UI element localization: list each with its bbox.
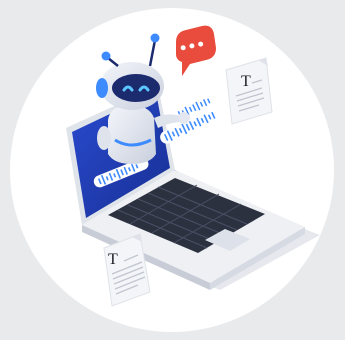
document-right: T: [225, 57, 273, 125]
ai-chatbot-illustration: ••• T T: [10, 8, 334, 332]
robot-visor: [112, 74, 160, 102]
robot-arm-left: [97, 126, 111, 150]
robot-body: [108, 104, 156, 164]
illustration-stage: ••• T T: [0, 0, 345, 340]
document-right-letter: T: [241, 73, 251, 90]
document-left-letter: T: [108, 251, 118, 268]
